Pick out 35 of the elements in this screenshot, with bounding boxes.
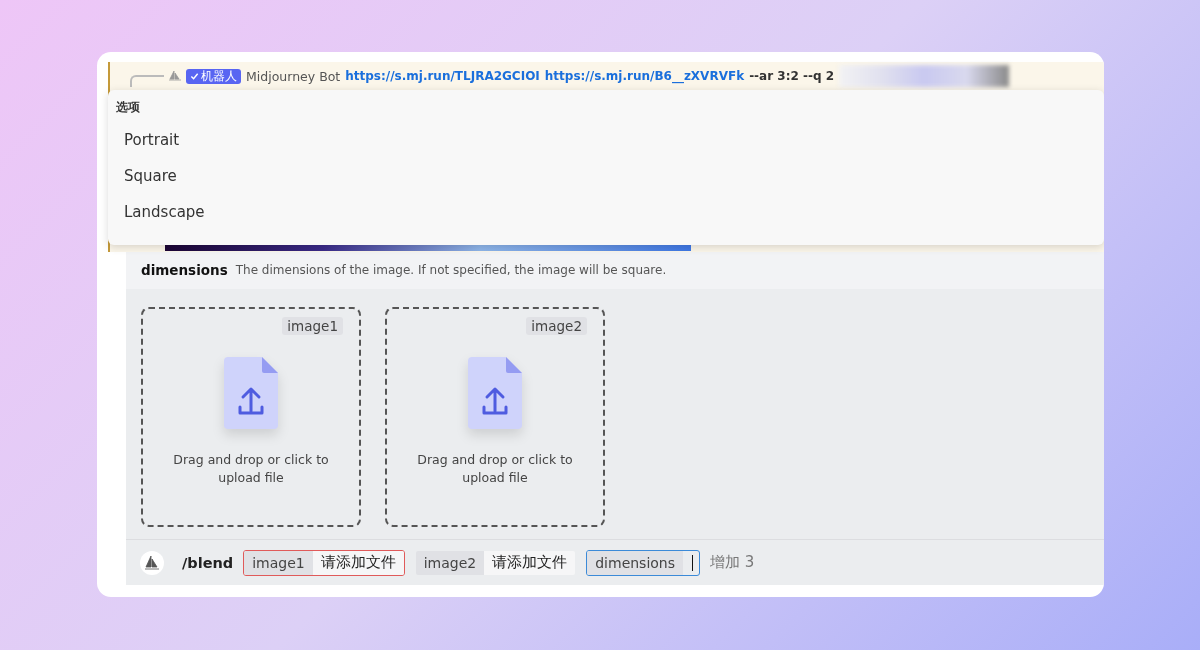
- option-chip[interactable]: dimensions: [586, 549, 701, 576]
- menu-item[interactable]: Landscape: [116, 201, 1096, 237]
- upload-dropzone[interactable]: image2 Drag and drop or click to upload file: [385, 307, 605, 528]
- option-value: 请添加文件: [312, 550, 404, 575]
- menu-item[interactable]: Portrait: [116, 129, 1096, 165]
- file-tag: image1: [282, 317, 343, 336]
- prompt-params: --ar 3:2 --q 2: [749, 69, 835, 83]
- upload-instructions: Drag and drop or click to upload file: [416, 451, 574, 488]
- link[interactable]: https://s.mj.run/B6__zXVRVFk: [544, 69, 745, 83]
- sailboat-icon: [169, 71, 181, 81]
- author-name[interactable]: Midjourney Bot: [246, 68, 341, 84]
- upload-dropzone[interactable]: image1 Drag and drop or click to upload file: [141, 307, 361, 528]
- reply-connector: [130, 75, 164, 87]
- menu-item[interactable]: Square: [116, 165, 1096, 201]
- option-value: 请添加文件: [484, 550, 576, 575]
- option-label: image1: [244, 550, 313, 575]
- option-chip[interactable]: image1 请添加文件: [243, 549, 405, 576]
- option-label: dimensions: [587, 550, 684, 575]
- checkmark-icon: [190, 71, 199, 81]
- file-upload-icon: [468, 357, 522, 430]
- command-name: /blend: [182, 554, 234, 571]
- sailboat-icon: [140, 550, 164, 575]
- text-cursor: [692, 554, 694, 571]
- option-chip[interactable]: image2 请添加文件: [414, 549, 577, 576]
- option-description: The dimensions of the image. If not specified, the image will be square.: [235, 263, 667, 278]
- option-name: dimensions: [141, 262, 228, 279]
- upload-instructions: Drag and drop or click to upload file: [172, 451, 330, 488]
- more-options: 增加 3: [710, 553, 755, 573]
- link[interactable]: https://s.mj.run/TLJRA2GCIOI: [345, 69, 540, 83]
- menu-title: 选项: [116, 100, 141, 115]
- option-label: image2: [415, 550, 485, 575]
- badge-label: 机器人: [201, 68, 237, 84]
- file-upload-icon: [224, 357, 278, 430]
- command-input[interactable]: /blend image1 请添加文件 image2 请添加文件 dimensions 增加 3: [126, 539, 1104, 585]
- file-tag: image2: [526, 317, 587, 336]
